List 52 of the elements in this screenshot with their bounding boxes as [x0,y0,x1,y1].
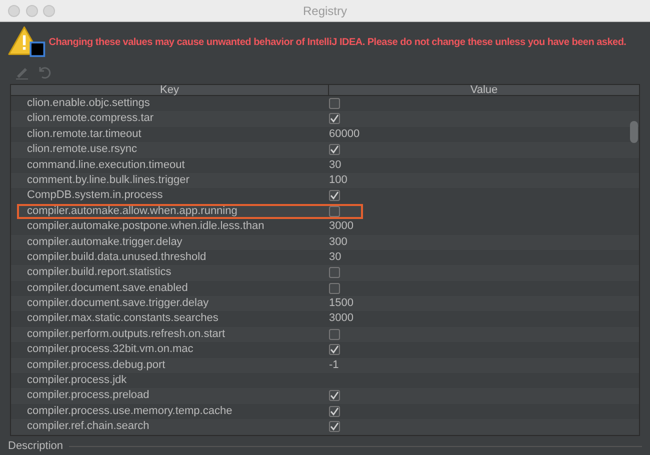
key-cell: compiler.automake.allow.when.app.running [27,204,238,217]
zoom-button[interactable] [43,5,55,17]
value-cell: 300 [329,236,348,248]
checkbox[interactable] [329,421,340,432]
description-label: Description [8,440,64,453]
value-cell: 30 [329,250,342,263]
checkbox[interactable] [329,206,340,217]
column-header[interactable]: Value [329,85,639,95]
key-cell: compiler.max.static.constants.searches [27,312,218,324]
key-cell: compiler.process.32bit.vm.on.mac [27,343,194,356]
key-cell: clion.remote.tar.timeout [27,128,142,140]
key-cell: compiler.build.report.statistics [27,266,172,278]
value-cell: 100 [329,174,348,186]
key-cell: comment.by.line.bulk.lines.trigger [27,174,190,186]
checkbox[interactable] [329,344,340,356]
key-cell: compiler.ref.chain.search [27,420,150,432]
checkbox[interactable] [329,282,340,294]
key-cell: compiler.document.save.trigger.delay [27,297,209,310]
key-cell: compiler.perform.outputs.refresh.on.start [27,328,226,340]
value-cell: 1500 [329,297,354,310]
key-cell: compiler.build.data.unused.threshold [27,250,206,263]
key-cell: command.line.execution.timeout [27,158,185,171]
checkbox[interactable] [329,328,340,340]
warning-icon [8,26,46,59]
minimize-button[interactable] [26,5,38,17]
checkbox[interactable] [329,113,340,124]
key-cell: compiler.process.jdk [27,374,127,386]
key-cell: clion.enable.objc.settings [27,97,150,109]
value-cell: 3000 [329,312,354,324]
checkbox[interactable] [329,98,340,109]
checkbox[interactable] [329,406,340,417]
key-cell: compiler.process.preload [27,389,150,402]
key-cell: compiler.automake.trigger.delay [27,236,182,248]
key-cell: compiler.document.save.enabled [27,282,188,294]
value-cell: 30 [329,158,342,171]
key-cell: clion.remote.compress.tar [27,112,154,124]
key-cell: clion.remote.use.rsync [27,143,138,156]
warning-message: Changing these values may cause unwanted behavior of IntelliJ IDEA. Please do not change these unless you have been asked. [48,36,626,50]
key-cell: compiler.process.debug.port [27,358,166,371]
checkbox[interactable] [329,144,340,156]
value-cell: 3000 [329,220,354,232]
column-header[interactable]: Key [11,85,329,95]
window-title: Registry [302,2,347,20]
key-cell: compiler.process.use.memory.temp.cache [27,404,232,417]
checkbox[interactable] [329,267,340,278]
value-cell: 60000 [329,128,360,140]
key-cell: compiler.automake.postpone.when.idle.less.than [27,220,264,232]
checkbox[interactable] [329,390,340,402]
value-cell: -1 [329,358,339,371]
key-cell: CompDB.system.in.process [27,189,163,202]
close-button[interactable] [8,5,20,17]
checkbox[interactable] [329,190,340,202]
